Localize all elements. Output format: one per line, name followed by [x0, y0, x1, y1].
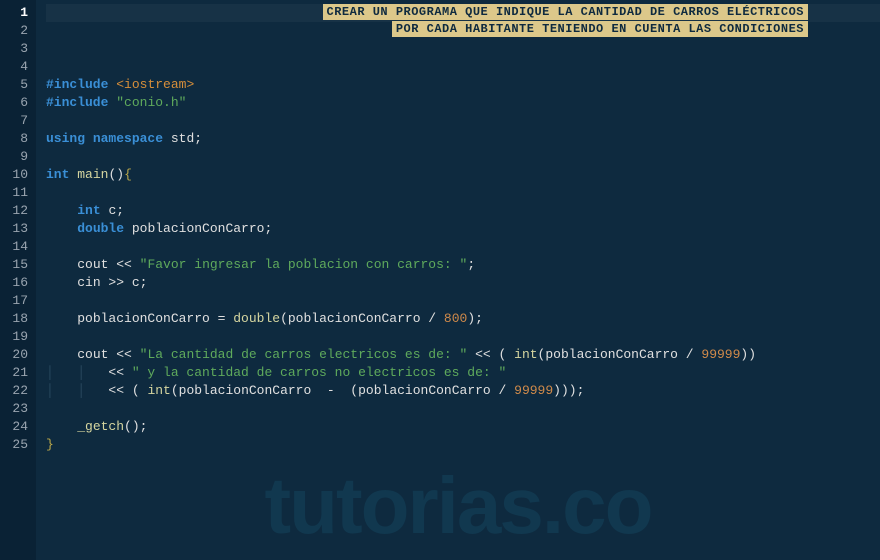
code-line[interactable]: cout << "La cantidad de carros electrico… — [46, 346, 880, 364]
line-number: 24 — [8, 418, 28, 436]
comment-banner: CREAR UN PROGRAMA QUE INDIQUE LA CANTIDA… — [323, 4, 808, 38]
line-number: 1 — [8, 4, 28, 22]
code-line[interactable] — [46, 58, 880, 76]
code-line[interactable] — [46, 148, 880, 166]
line-number: 4 — [8, 58, 28, 76]
line-number: 12 — [8, 202, 28, 220]
line-number-gutter: 1 2 3 4 5 6 7 8 9 10 11 12 13 14 15 16 1… — [0, 0, 36, 560]
line-number: 20 — [8, 346, 28, 364]
code-line[interactable]: int c; — [46, 202, 880, 220]
line-number: 14 — [8, 238, 28, 256]
line-number: 22 — [8, 382, 28, 400]
code-editor: 1 2 3 4 5 6 7 8 9 10 11 12 13 14 15 16 1… — [0, 0, 880, 560]
line-number: 18 — [8, 310, 28, 328]
code-line[interactable] — [46, 40, 880, 58]
code-line[interactable]: int main(){ — [46, 166, 880, 184]
line-number: 13 — [8, 220, 28, 238]
code-line[interactable]: using namespace std; — [46, 130, 880, 148]
code-line[interactable]: │ │ << " y la cantidad de carros no elec… — [46, 364, 880, 382]
code-line[interactable] — [46, 238, 880, 256]
code-line[interactable]: #include <iostream> — [46, 76, 880, 94]
line-number: 2 — [8, 22, 28, 40]
line-number: 19 — [8, 328, 28, 346]
line-number: 5 — [8, 76, 28, 94]
line-number: 17 — [8, 292, 28, 310]
line-number: 11 — [8, 184, 28, 202]
code-line[interactable] — [46, 112, 880, 130]
code-line[interactable]: cin >> c; — [46, 274, 880, 292]
line-number: 6 — [8, 94, 28, 112]
line-number: 3 — [8, 40, 28, 58]
code-line[interactable]: poblacionConCarro = double(poblacionConC… — [46, 310, 880, 328]
banner-line-2: POR CADA HABITANTE TENIENDO EN CUENTA LA… — [392, 21, 808, 37]
code-line[interactable]: double poblacionConCarro; — [46, 220, 880, 238]
code-line[interactable] — [46, 328, 880, 346]
watermark-text: tutorias.co — [265, 460, 652, 552]
code-line[interactable]: │ │ << ( int(poblacionConCarro - (poblac… — [46, 382, 880, 400]
line-number: 7 — [8, 112, 28, 130]
line-number: 8 — [8, 130, 28, 148]
code-line[interactable]: _getch(); — [46, 418, 880, 436]
line-number: 25 — [8, 436, 28, 454]
code-line[interactable] — [46, 400, 880, 418]
line-number: 23 — [8, 400, 28, 418]
line-number: 15 — [8, 256, 28, 274]
line-number: 16 — [8, 274, 28, 292]
code-area[interactable]: CREAR UN PROGRAMA QUE INDIQUE LA CANTIDA… — [36, 0, 880, 560]
banner-line-1: CREAR UN PROGRAMA QUE INDIQUE LA CANTIDA… — [323, 4, 808, 20]
code-line[interactable]: cout << "Favor ingresar la poblacion con… — [46, 256, 880, 274]
code-line[interactable] — [46, 292, 880, 310]
line-number: 9 — [8, 148, 28, 166]
code-line[interactable]: #include "conio.h" — [46, 94, 880, 112]
code-line[interactable] — [46, 184, 880, 202]
code-line[interactable]: } — [46, 436, 880, 454]
line-number: 21 — [8, 364, 28, 382]
line-number: 10 — [8, 166, 28, 184]
